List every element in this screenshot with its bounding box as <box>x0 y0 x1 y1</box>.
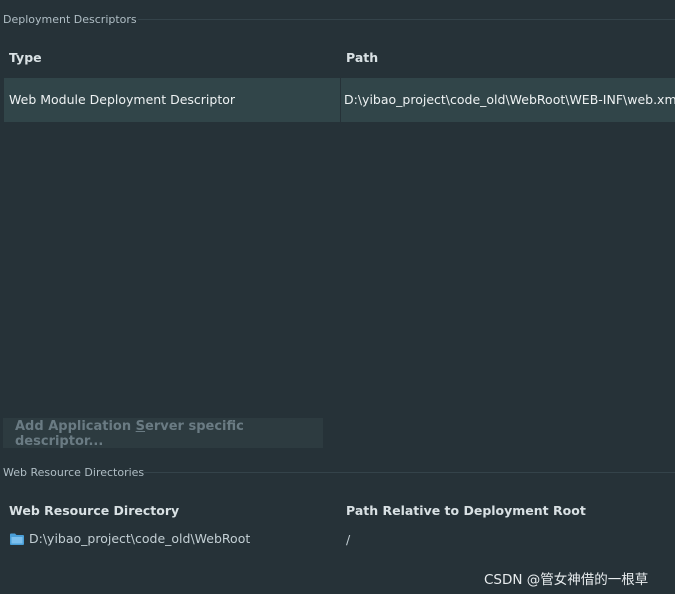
add-button-label-prefix: Add Application <box>15 419 136 434</box>
descriptor-path-cell[interactable]: D:\yibao_project\code_old\WebRoot\WEB-IN… <box>344 92 675 107</box>
deployment-descriptors-section-title: Deployment Descriptors <box>3 13 137 26</box>
column-header-path[interactable]: Path <box>346 50 378 65</box>
column-divider <box>340 78 341 122</box>
column-header-web-resource-directory[interactable]: Web Resource Directory <box>9 503 179 518</box>
section-divider <box>138 19 675 20</box>
add-server-descriptor-button[interactable]: Add Application Server specific descript… <box>3 418 323 449</box>
deployment-settings-panel: Deployment Descriptors Type Path Web Mod… <box>0 0 675 594</box>
relative-path-cell[interactable]: / <box>346 532 350 547</box>
descriptor-type-cell[interactable]: Web Module Deployment Descriptor <box>9 92 235 107</box>
add-button-mnemonic: S <box>135 419 146 434</box>
section-divider <box>144 472 675 473</box>
watermark: CSDN @管女神借的一根草 <box>484 572 649 588</box>
column-header-type[interactable]: Type <box>9 50 42 65</box>
folder-icon <box>10 533 24 545</box>
column-header-relative-path[interactable]: Path Relative to Deployment Root <box>346 503 586 518</box>
web-resource-directories-section-title: Web Resource Directories <box>3 466 145 479</box>
web-resource-directory-cell[interactable]: D:\yibao_project\code_old\WebRoot <box>29 531 250 546</box>
